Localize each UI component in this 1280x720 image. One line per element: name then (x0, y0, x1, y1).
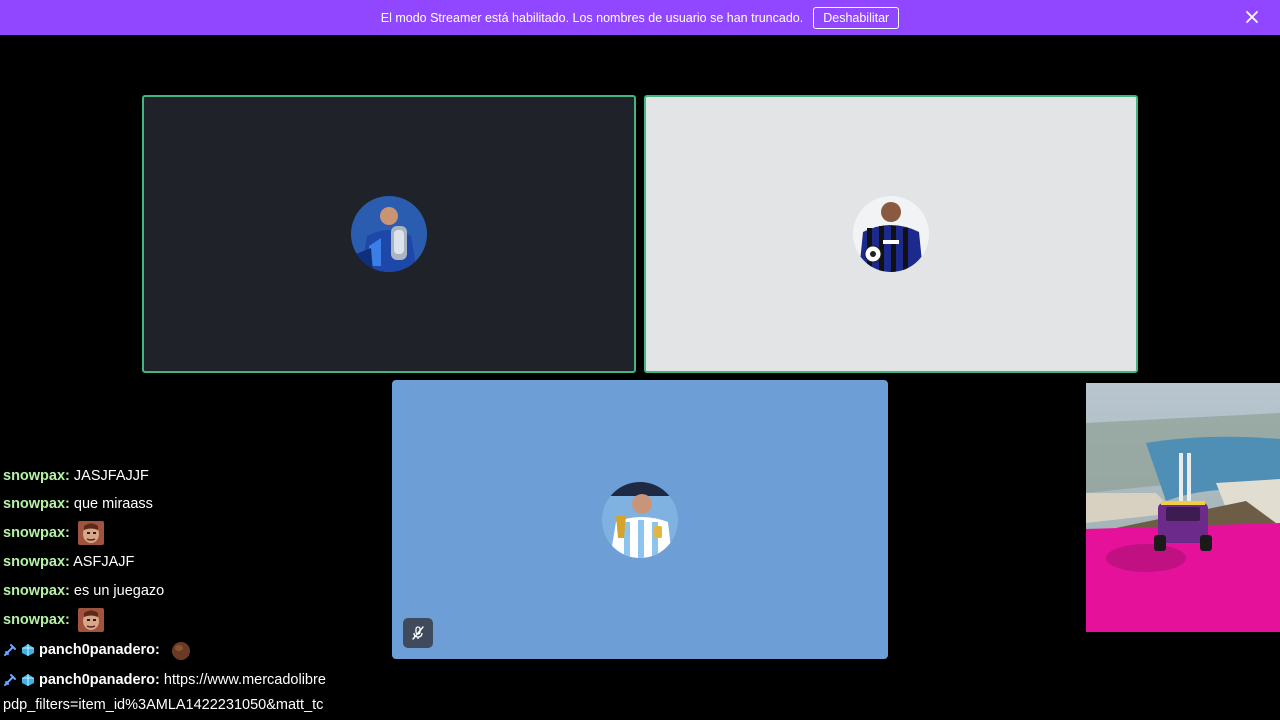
chat-message: snowpax: JASJFAJJF (3, 468, 149, 484)
chat-link[interactable]: https://www.mercadolibre (160, 672, 326, 688)
chat-username: snowpax (3, 468, 66, 484)
face-emote-icon (77, 608, 104, 633)
chat-username: snowpax (3, 612, 66, 628)
chat-text: ASFJAJF (69, 554, 135, 570)
game-capture-overlay (1086, 383, 1280, 632)
participant-1-avatar (351, 196, 427, 272)
chat-text: es un juegazo (69, 583, 165, 599)
chat-message: snowpax: es un juegazo (3, 583, 165, 599)
microphone-muted-icon (412, 626, 424, 640)
sword-badge-icon (4, 644, 16, 657)
chat-text: JASJFAJJF (69, 468, 149, 484)
chat-overlay: snowpax: JASJFAJJF snowpax: que miraass … (3, 462, 388, 720)
chat-username: panch0panadero (39, 672, 156, 688)
mute-toggle-button[interactable] (403, 618, 433, 648)
chat-message: snowpax: (3, 519, 104, 547)
chat-username: snowpax (3, 554, 66, 570)
close-icon[interactable] (1244, 9, 1260, 25)
banner-message: El modo Streamer está habilitado. Los no… (380, 10, 804, 25)
chat-username: snowpax (3, 583, 66, 599)
chat-message: panch0panadero: (3, 636, 194, 664)
gem-badge-icon (22, 644, 34, 657)
chat-username: panch0panadero (39, 642, 156, 658)
chat-message: snowpax: que miraass (3, 496, 153, 512)
video-tile-participant-3[interactable] (392, 380, 888, 659)
streamer-mode-banner: El modo Streamer está habilitado. Los no… (0, 0, 1280, 35)
gem-badge-icon (22, 674, 34, 687)
face-emote-icon (77, 521, 104, 546)
streamer-screen: El modo Streamer está habilitado. Los no… (0, 0, 1280, 720)
participant-2-avatar (853, 196, 929, 272)
video-tile-participant-1[interactable] (142, 95, 636, 373)
video-tile-participant-2[interactable] (644, 95, 1138, 373)
chat-link[interactable]: pdp_filters=item_id%3AMLA1422231050&matt… (3, 697, 323, 713)
chat-message: panch0panadero: https://www.mercadolibre (3, 666, 326, 694)
participant-3-avatar (602, 481, 678, 558)
chat-text: que miraass (69, 496, 153, 512)
chat-username: snowpax (3, 496, 66, 512)
chat-message: snowpax: ASFJAJF (3, 554, 135, 570)
disable-streamer-mode-button[interactable]: Deshabilitar (813, 6, 900, 29)
bread-emote-icon (171, 642, 190, 661)
chat-message-continuation: pdp_filters=item_id%3AMLA1422231050&matt… (3, 691, 323, 719)
chat-username: snowpax (3, 525, 66, 541)
chat-message: snowpax: (3, 606, 104, 634)
sword-badge-icon (4, 674, 16, 687)
